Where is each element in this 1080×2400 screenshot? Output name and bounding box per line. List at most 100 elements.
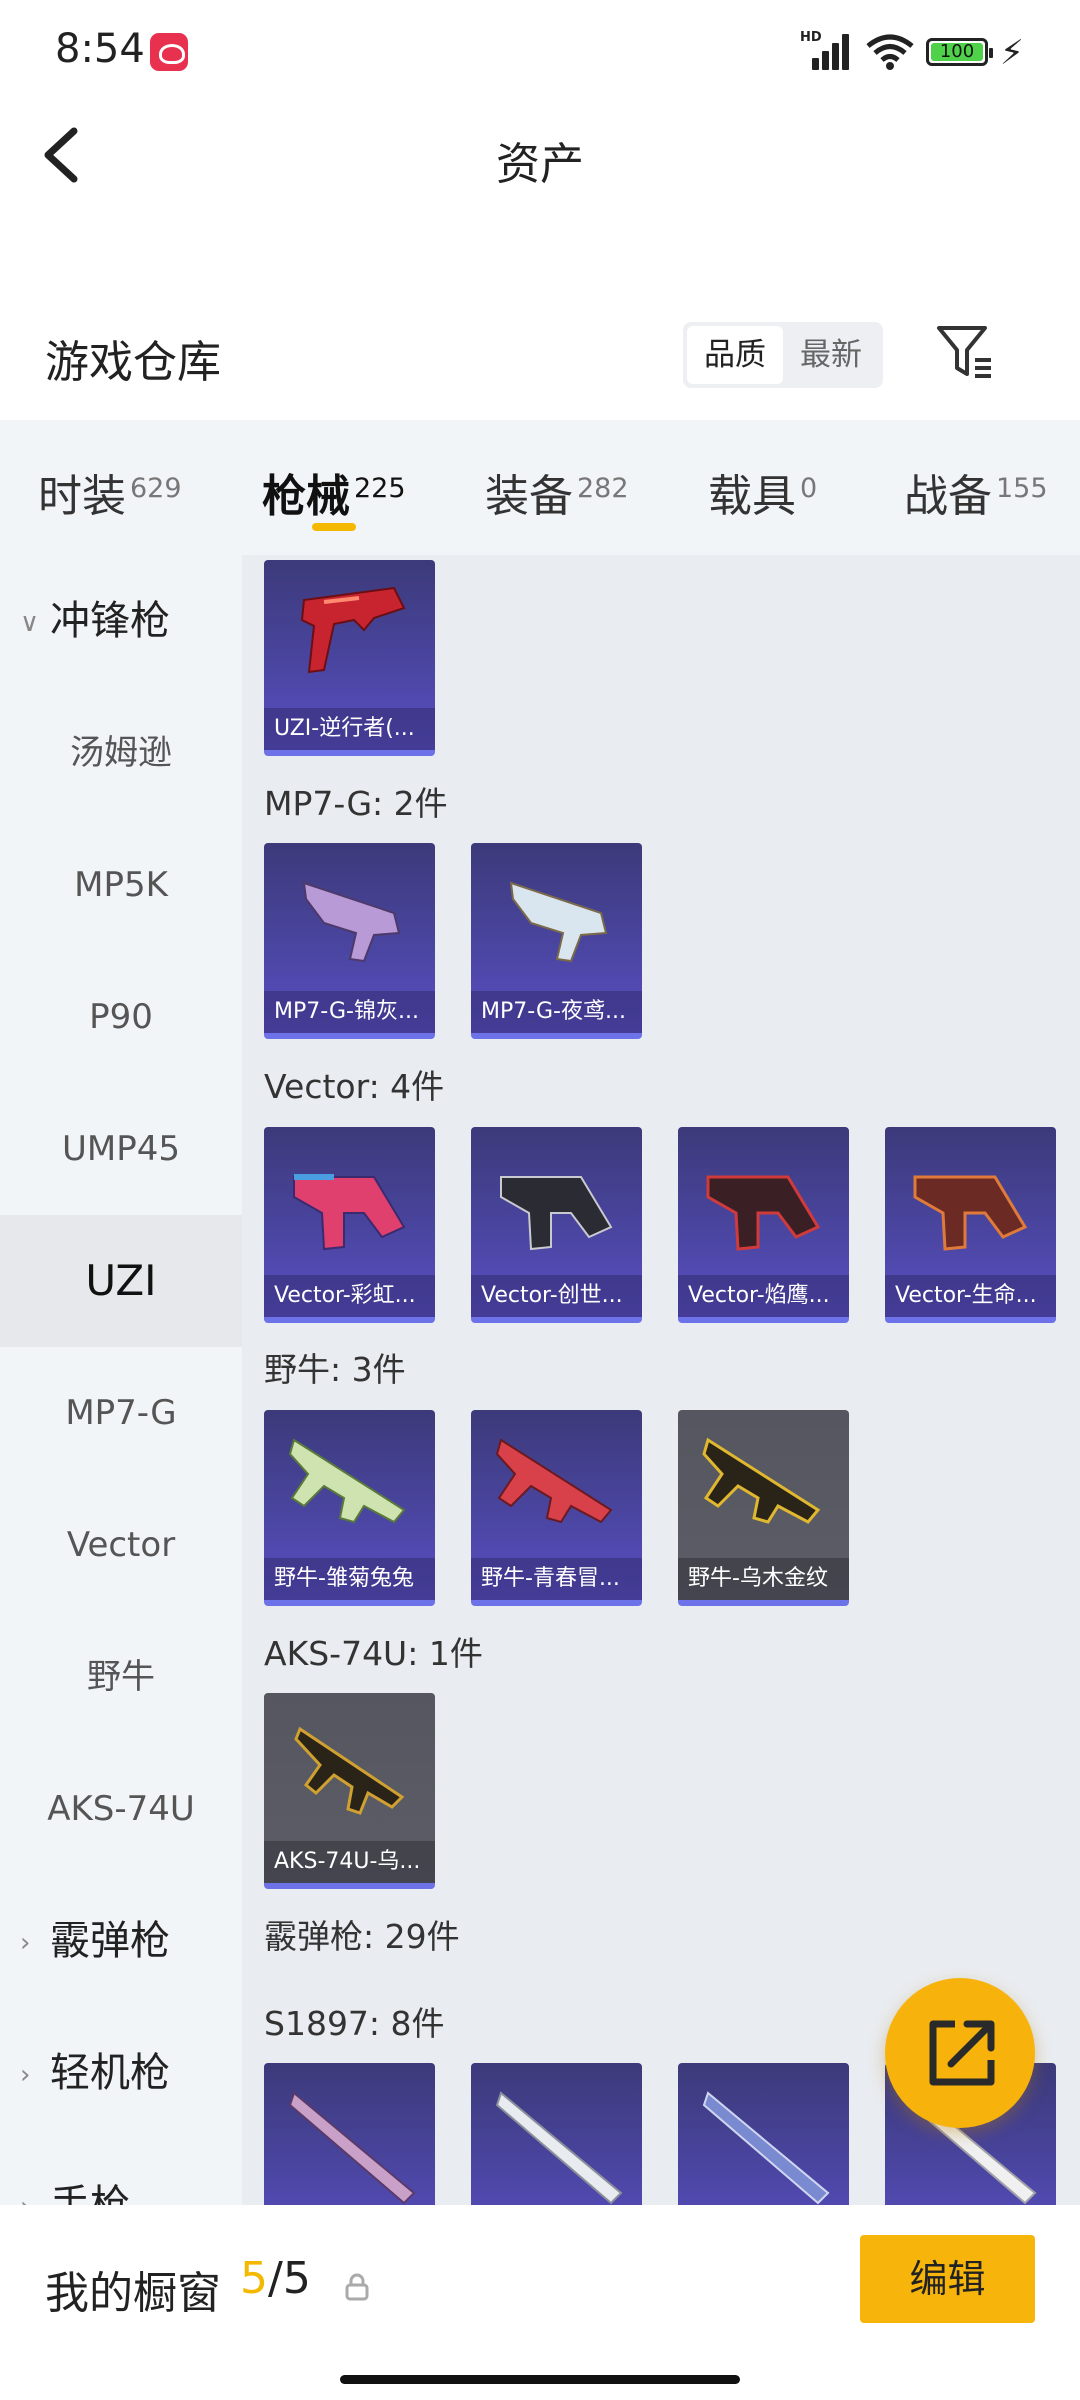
charging-icon: ⚡ bbox=[1000, 33, 1024, 73]
weapon-card-label: MP7-G-锦灰... bbox=[264, 991, 435, 1033]
sidebar-item-thompson[interactable]: 汤姆逊 bbox=[0, 687, 242, 819]
signal-icon bbox=[812, 34, 852, 70]
tab-count: 629 bbox=[130, 473, 182, 504]
weapon-card[interactable]: UZI-逆行者(... bbox=[264, 560, 435, 756]
weapon-type-sidebar: ∨ 冲锋枪 汤姆逊 MP5K P90 UMP45 UZI MP7-G Vector… bbox=[0, 555, 242, 2205]
share-icon bbox=[929, 2020, 995, 2086]
s1897-skin-image bbox=[495, 2091, 623, 2205]
aks74u-skin-image bbox=[294, 1726, 405, 1815]
weapon-card[interactable]: AKS-74U-乌... bbox=[264, 1693, 435, 1889]
showcase-current: 5 bbox=[240, 2253, 268, 2304]
bizon-skin-image bbox=[495, 1438, 613, 1524]
tab-supplies[interactable]: 战备 155 bbox=[904, 460, 1048, 524]
sidebar-group-smg[interactable]: ∨ 冲锋枪 bbox=[20, 555, 170, 687]
sidebar-item-p90[interactable]: P90 bbox=[0, 951, 242, 1083]
sidebar-item-aks74u[interactable]: AKS-74U bbox=[0, 1743, 242, 1875]
tab-fashion[interactable]: 时装 629 bbox=[38, 460, 182, 524]
showcase-bar: 我的橱窗 5/5 编辑 bbox=[0, 2205, 1080, 2400]
mp7g-skin-image bbox=[302, 881, 401, 963]
category-tabs: 时装 629 枪械 225 装备 282 载具 0 战备 155 bbox=[0, 420, 1080, 555]
sidebar-item-mp7g[interactable]: MP7-G bbox=[0, 1347, 242, 1479]
app-notification-icon bbox=[150, 33, 188, 71]
sidebar-item-ump45[interactable]: UMP45 bbox=[0, 1083, 242, 1215]
bizon-skin-image bbox=[702, 1437, 821, 1524]
sort-newest-button[interactable]: 最新 bbox=[783, 326, 879, 384]
group-title: MP7-G: 2件 bbox=[264, 784, 448, 823]
weapon-card-label: Vector-生命... bbox=[885, 1275, 1056, 1317]
showcase-count: 5/5 bbox=[240, 2253, 311, 2304]
tab-label: 载具 bbox=[708, 471, 796, 522]
tab-firearms[interactable]: 枪械 225 bbox=[262, 460, 406, 524]
weapon-card[interactable]: 野牛-青春冒... bbox=[471, 1410, 642, 1606]
vector-skin-image bbox=[913, 1175, 1028, 1251]
sidebar-group-shotgun[interactable]: › 霰弹枪 bbox=[20, 1875, 170, 2007]
group-title: AKS-74U: 1件 bbox=[264, 1634, 483, 1673]
weapon-card-label: 野牛-青春冒... bbox=[471, 1558, 642, 1600]
weapon-card[interactable] bbox=[264, 2063, 435, 2205]
sidebar-item-bizon[interactable]: 野牛 bbox=[0, 1611, 242, 1743]
weapon-card[interactable]: MP7-G-夜鸢... bbox=[471, 843, 642, 1039]
tab-count: 155 bbox=[996, 473, 1048, 504]
weapon-grid: UZI-逆行者(... MP7-G: 2件 MP7-G-锦灰... MP7-G-… bbox=[242, 555, 1080, 2205]
s1897-skin-image bbox=[288, 2091, 416, 2205]
tab-equipment[interactable]: 装备 282 bbox=[485, 460, 629, 524]
weapon-card[interactable]: Vector-彩虹... bbox=[264, 1127, 435, 1323]
battery-icon: 100 bbox=[926, 38, 993, 66]
weapon-card-label: AKS-74U-乌... bbox=[264, 1841, 435, 1883]
weapon-card[interactable]: MP7-G-锦灰... bbox=[264, 843, 435, 1039]
status-time: 8:54 bbox=[55, 26, 145, 72]
home-indicator[interactable] bbox=[340, 2375, 740, 2384]
mp7g-skin-image bbox=[509, 881, 608, 963]
weapon-card[interactable]: Vector-创世... bbox=[471, 1127, 642, 1323]
sidebar-group-label: 冲锋枪 bbox=[50, 598, 170, 644]
page-title: 资产 bbox=[496, 139, 584, 190]
vector-skin-image bbox=[293, 1174, 406, 1251]
weapon-card-label: 野牛-乌木金纹 bbox=[678, 1558, 849, 1600]
chevron-down-icon: ∨ bbox=[20, 608, 40, 638]
vector-skin-image bbox=[706, 1175, 821, 1251]
category-title: 霰弹枪: 29件 bbox=[264, 1917, 460, 1956]
tab-label: 枪械 bbox=[262, 471, 350, 522]
tab-count: 282 bbox=[577, 473, 629, 504]
sidebar-item-vector[interactable]: Vector bbox=[0, 1479, 242, 1611]
sidebar-group-label: 霰弹枪 bbox=[50, 1918, 170, 1964]
showcase-label: 我的橱窗 bbox=[45, 2268, 221, 2319]
weapon-card-label: Vector-焰鹰... bbox=[678, 1275, 849, 1317]
tab-vehicles[interactable]: 载具 0 bbox=[708, 460, 817, 524]
filter-icon[interactable] bbox=[935, 322, 995, 382]
showcase-total: /5 bbox=[268, 2253, 311, 2304]
weapon-card[interactable]: Vector-焰鹰... bbox=[678, 1127, 849, 1323]
sidebar-item-mp5k[interactable]: MP5K bbox=[0, 819, 242, 951]
weapon-card-label: MP7-G-夜鸢... bbox=[471, 991, 642, 1033]
weapon-card[interactable]: 野牛-雏菊兔兔 bbox=[264, 1410, 435, 1606]
sidebar-group-lmg[interactable]: › 轻机枪 bbox=[20, 2007, 170, 2139]
sidebar-group-pistol[interactable]: ›手枪 bbox=[20, 2139, 130, 2205]
s1897-skin-image bbox=[702, 2091, 830, 2205]
chevron-right-icon: › bbox=[20, 2060, 31, 2090]
weapon-card[interactable] bbox=[471, 2063, 642, 2205]
weapon-card[interactable]: 野牛-乌木金纹 bbox=[678, 1410, 849, 1606]
tab-label: 装备 bbox=[485, 471, 573, 522]
weapon-card-label: UZI-逆行者(... bbox=[264, 708, 435, 750]
weapon-card-label: Vector-创世... bbox=[471, 1275, 642, 1317]
sidebar-item-uzi[interactable]: UZI bbox=[0, 1215, 242, 1347]
weapon-card[interactable] bbox=[678, 2063, 849, 2205]
section-title: 游戏仓库 bbox=[45, 337, 221, 388]
sort-toggle: 品质 最新 bbox=[683, 322, 883, 388]
lock-icon bbox=[345, 2273, 369, 2301]
sort-quality-button[interactable]: 品质 bbox=[687, 326, 783, 384]
group-title: 野牛: 3件 bbox=[264, 1350, 406, 1389]
chevron-right-icon: › bbox=[20, 1928, 31, 1958]
weapon-card[interactable]: Vector-生命... bbox=[885, 1127, 1056, 1323]
tab-label: 战备 bbox=[904, 471, 992, 522]
group-title: S1897: 8件 bbox=[264, 2004, 445, 2043]
tab-count: 225 bbox=[354, 473, 406, 504]
chevron-right-icon: › bbox=[20, 2141, 50, 2205]
group-title: Vector: 4件 bbox=[264, 1067, 445, 1106]
share-button[interactable] bbox=[885, 1978, 1035, 2128]
bizon-skin-image bbox=[288, 1438, 406, 1524]
edit-button[interactable]: 编辑 bbox=[860, 2235, 1035, 2323]
weapon-card-label: Vector-彩虹... bbox=[264, 1275, 435, 1317]
uzi-skin-image bbox=[300, 586, 406, 674]
wifi-icon bbox=[866, 34, 914, 70]
